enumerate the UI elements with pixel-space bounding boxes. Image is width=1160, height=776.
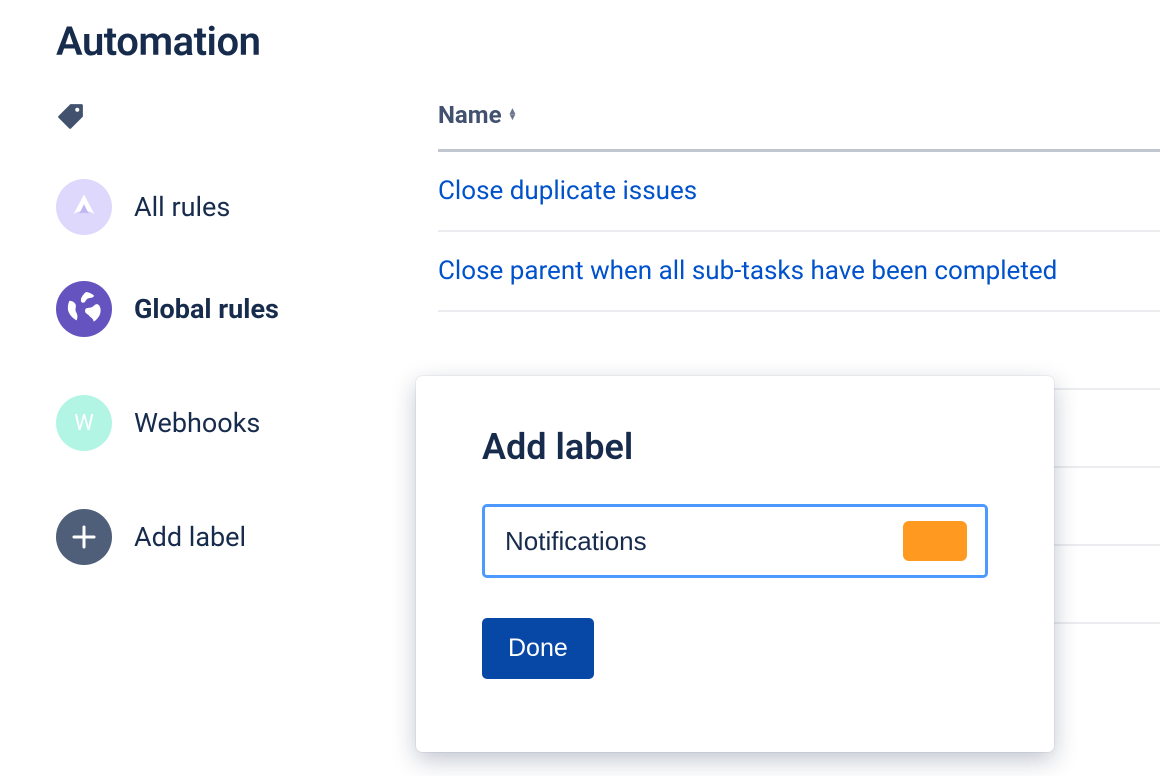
webhooks-avatar: W [56, 395, 112, 451]
column-header-label: Name [438, 101, 502, 129]
plus-icon [56, 509, 112, 565]
label-name-input[interactable] [503, 525, 903, 558]
sidebar-item-webhooks[interactable]: W Webhooks [56, 385, 416, 461]
sidebar-item-label: All rules [134, 191, 230, 223]
sidebar: All rules Global rules W W [56, 101, 416, 601]
sidebar-item-global-rules[interactable]: Global rules [56, 271, 416, 347]
page-title: Automation [56, 18, 1160, 65]
rule-link[interactable]: Close duplicate issues [438, 176, 697, 206]
label-name-field-wrapper[interactable] [482, 504, 988, 578]
sidebar-item-all-rules[interactable]: All rules [56, 169, 416, 245]
sidebar-item-label: Global rules [134, 293, 279, 325]
sidebar-item-label: Add label [134, 521, 246, 553]
modal-title: Add label [482, 426, 988, 468]
sort-icon: ▲▼ [508, 109, 518, 121]
rule-link[interactable]: Close parent when all sub-tasks have bee… [438, 256, 1057, 286]
avatar-initial: W [74, 411, 94, 436]
globe-icon [56, 281, 112, 337]
sidebar-item-label: Webhooks [134, 407, 260, 439]
table-row: Close parent when all sub-tasks have bee… [438, 232, 1160, 312]
column-header-name[interactable]: Name ▲▼ [438, 101, 1160, 147]
label-color-swatch[interactable] [903, 521, 967, 561]
table-row: Close duplicate issues [438, 152, 1160, 232]
all-rules-avatar [56, 179, 112, 235]
sidebar-item-add-label[interactable]: Add label [56, 499, 416, 575]
tag-icon [56, 101, 86, 131]
add-label-modal: Add label Done [416, 376, 1054, 752]
done-button[interactable]: Done [482, 618, 594, 679]
tag-icon-row [56, 101, 416, 135]
